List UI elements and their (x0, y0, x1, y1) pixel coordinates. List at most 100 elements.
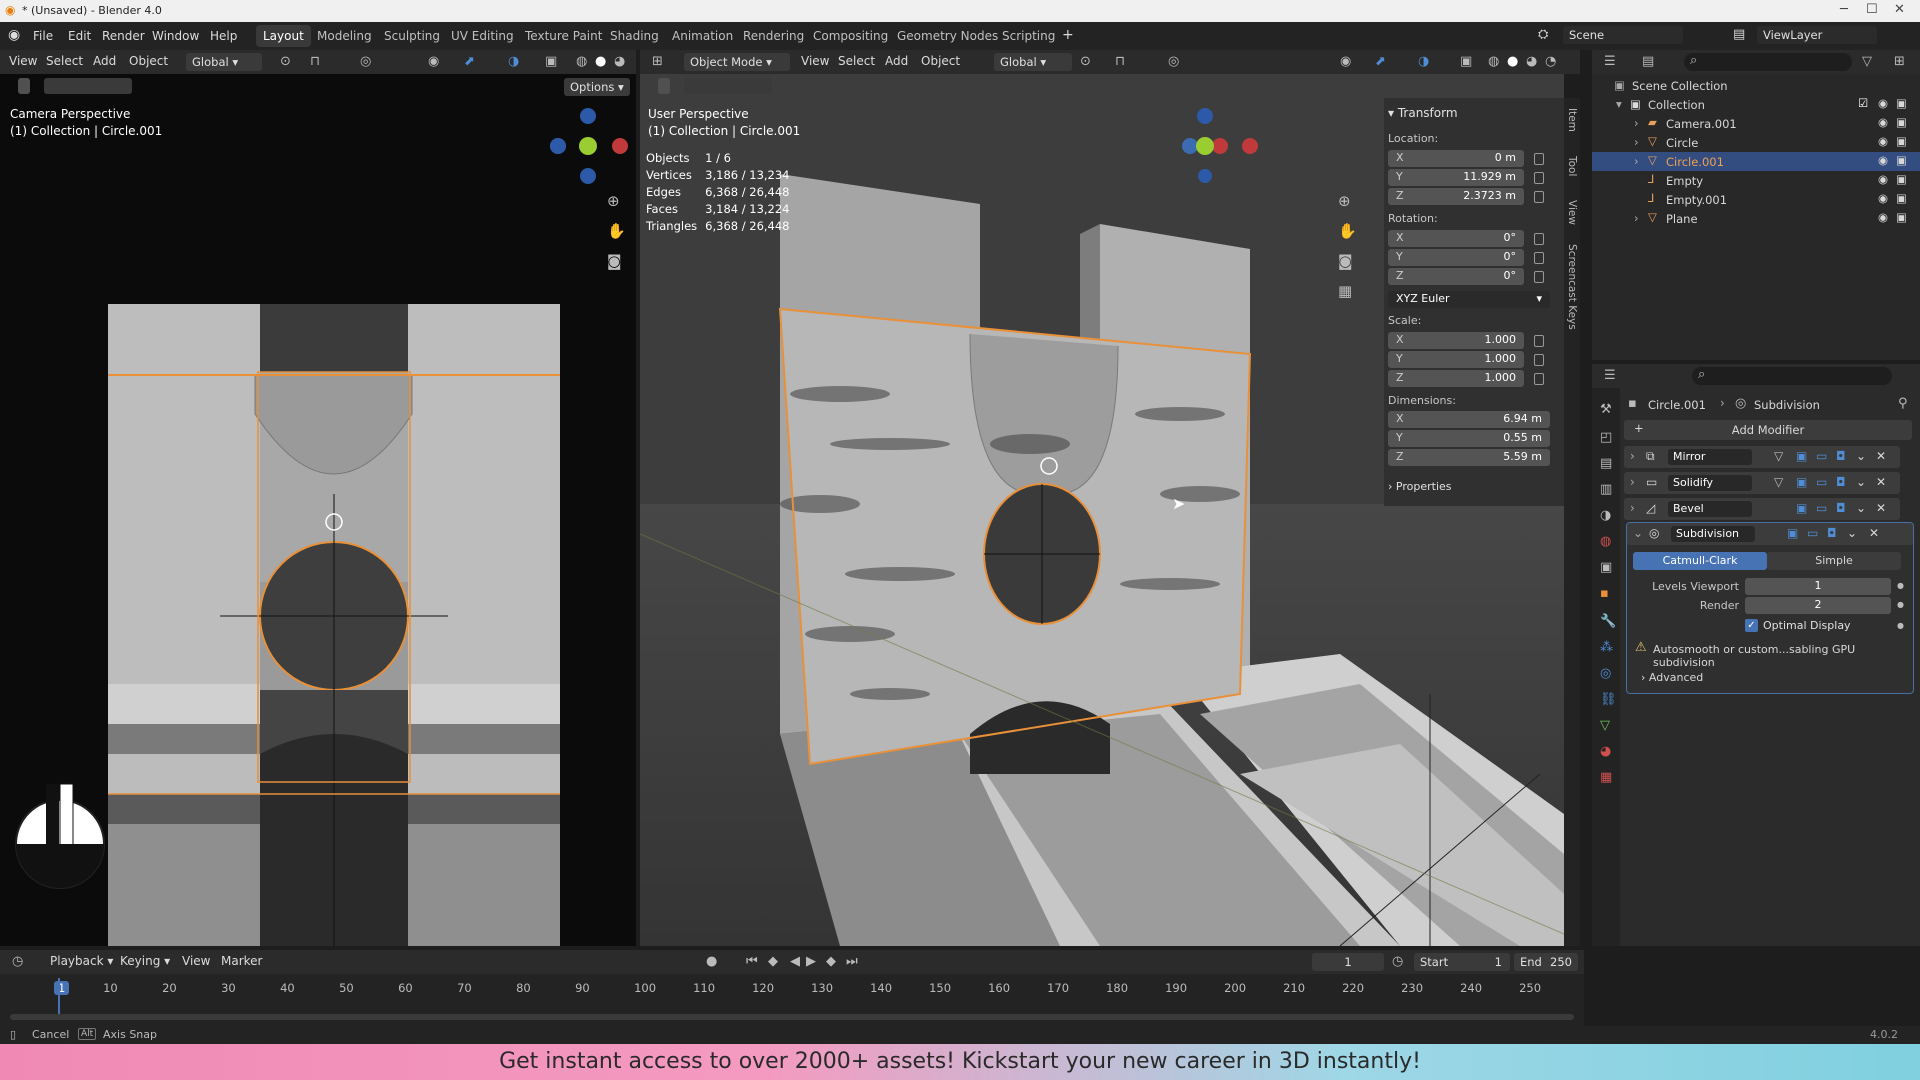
outliner-item-selected[interactable]: › ▽ Circle.001 ◉ ▣ (1592, 152, 1920, 171)
editor-type-icon[interactable]: ◷ (12, 954, 23, 969)
outliner-scene-collection[interactable]: ▣ Scene Collection (1592, 76, 1920, 95)
prev-keyframe-icon[interactable]: ◆ (768, 954, 778, 969)
timeline-menu-keying[interactable]: Keying ▾ (120, 954, 170, 968)
outliner-item[interactable]: ⅃ Empty ◉ ▣ (1592, 171, 1920, 190)
animate-dot-icon[interactable]: ● (1897, 600, 1904, 609)
cage-toggle-icon[interactable]: ▣ (1796, 475, 1807, 489)
properties-search-input[interactable]: ⌕ (1692, 367, 1892, 385)
lock-icon[interactable] (1534, 191, 1544, 203)
tab-shading[interactable]: Shading (603, 25, 666, 47)
location-z-field[interactable]: Z 2.3723 m (1388, 188, 1524, 205)
viewport-toggle-icon[interactable]: ▭ (1816, 475, 1827, 489)
left-menu-add[interactable]: Add (93, 54, 116, 68)
transform-header[interactable]: ▾ Transform (1388, 106, 1458, 120)
camera-view-icon[interactable]: ◙ (1338, 252, 1353, 270)
left-menu-view[interactable]: View (9, 54, 37, 68)
material-shading-icon[interactable]: ◕ (1526, 54, 1537, 69)
left-menu-select[interactable]: Select (46, 54, 83, 68)
modifier-solidify[interactable]: › ▭ Solidify ▽ ▣ ▭ ◘ ⌄ ✕ (1624, 472, 1900, 494)
camera-render-icon[interactable]: ▣ (1896, 172, 1907, 186)
data-tab-icon[interactable]: ▽ (1600, 718, 1610, 733)
add-modifier-button[interactable]: + Add Modifier (1624, 420, 1912, 440)
wireframe-shading-icon[interactable]: ◍ (1488, 54, 1499, 69)
rendered-shading-icon[interactable]: ◔ (1545, 54, 1556, 69)
left-menu-object[interactable]: Object (129, 54, 168, 68)
scale-x-field[interactable]: X 1.000 (1388, 332, 1524, 349)
properties-subpanel[interactable]: › Properties (1388, 480, 1452, 493)
lock-icon[interactable] (1534, 252, 1544, 264)
tab-layout[interactable]: Layout (256, 25, 311, 47)
location-x-field[interactable]: X 0 m (1388, 150, 1524, 167)
material-shading-icon[interactable]: ◕ (614, 54, 625, 69)
lock-icon[interactable] (1534, 373, 1544, 385)
zoom-icon[interactable]: ⊕ (1338, 192, 1351, 210)
main-menu-view[interactable]: View (801, 54, 829, 68)
outliner-item[interactable]: › ▽ Circle ◉ ▣ (1592, 133, 1920, 152)
end-frame-field[interactable]: End 250 (1514, 953, 1578, 971)
maximize-icon[interactable]: ☐ (1866, 2, 1878, 17)
outliner-item[interactable]: › ▽ Plane ◉ ▣ (1592, 209, 1920, 228)
modifier-subdivision[interactable]: ⌄ ◎ Subdivision ▣ ▭ ◘ ⌄ ✕ (1627, 523, 1913, 545)
output-tab-icon[interactable]: ▤ (1600, 456, 1612, 471)
outliner-item[interactable]: › ▰ Camera.001 ◉ ▣ (1592, 114, 1920, 133)
camera-render-icon[interactable]: ▣ (1896, 153, 1907, 167)
edit-mode-toggle-icon[interactable]: ▽ (1774, 449, 1783, 463)
snap-icon[interactable]: ⊓ (1115, 54, 1125, 69)
render-levels-field[interactable]: 2 (1745, 597, 1891, 614)
chevron-down-icon[interactable]: ⌄ (1847, 526, 1857, 540)
tab-uv-editing[interactable]: UV Editing (444, 25, 521, 47)
camera-render-icon[interactable]: ▣ (1896, 191, 1907, 205)
object-tab-icon[interactable]: ▪ (1600, 586, 1609, 601)
eye-icon[interactable]: ◉ (1878, 153, 1888, 167)
optimal-display-checkbox[interactable]: ✓ (1745, 619, 1758, 632)
render-toggle-icon[interactable]: ◘ (1836, 501, 1846, 515)
close-icon[interactable]: ✕ (1894, 2, 1905, 17)
chevron-down-icon[interactable]: ⌄ (1856, 501, 1866, 515)
camera-view-icon[interactable]: ◙ (607, 252, 622, 270)
main-menu-object[interactable]: Object (921, 54, 960, 68)
play-icon[interactable]: ▶ (806, 954, 816, 969)
pivot-icon[interactable]: ⊙ (280, 54, 291, 69)
jump-start-icon[interactable]: ⏮ (746, 954, 758, 969)
modifier-name[interactable]: Mirror (1668, 449, 1752, 465)
menu-file[interactable]: File (33, 29, 53, 43)
world-tab-icon[interactable]: ◍ (1600, 534, 1611, 549)
tab-rendering[interactable]: Rendering (736, 25, 811, 47)
lock-icon[interactable] (1534, 172, 1544, 184)
clock-icon[interactable]: ◷ (1392, 954, 1403, 969)
eye-icon[interactable]: ◉ (1878, 134, 1888, 148)
menu-edit[interactable]: Edit (68, 29, 91, 43)
view-layer-icon[interactable]: ▤ (1733, 27, 1745, 42)
tab-texture-paint[interactable]: Texture Paint (518, 25, 609, 47)
tab-scripting[interactable]: Scripting (995, 25, 1062, 47)
cage-toggle-icon[interactable]: ▣ (1796, 501, 1807, 515)
scene-icon[interactable]: ⛭ (1538, 27, 1548, 42)
timeline-menu-view[interactable]: View (182, 954, 210, 968)
filter-icon[interactable]: ▽ (1862, 54, 1872, 69)
wireframe-shading-icon[interactable]: ◍ (576, 54, 587, 69)
rotation-y-field[interactable]: Y 0° (1388, 249, 1524, 266)
jump-end-icon[interactable]: ⏭ (846, 954, 858, 969)
left-viewport[interactable]: Options ▾ Camera Perspective (1) Collect… (0, 74, 636, 946)
lock-icon[interactable] (1534, 153, 1544, 165)
dimensions-z-field[interactable]: Z 5.59 m (1388, 449, 1550, 466)
eye-icon[interactable]: ◉ (1878, 191, 1888, 205)
material-tab-icon[interactable]: ◕ (1600, 744, 1611, 759)
scene-tab-icon[interactable]: ◑ (1600, 508, 1611, 523)
pivot-icon[interactable]: ⊙ (1080, 54, 1091, 69)
visibility-icon[interactable]: ◉ (428, 54, 439, 69)
timeline-menu-playback[interactable]: Playback ▾ (50, 954, 113, 968)
left-orientation-dropdown[interactable]: Global ▾ (186, 53, 262, 71)
viewport-toggle-icon[interactable]: ▭ (1807, 526, 1818, 540)
editor-type-icon[interactable]: ☰ (1604, 54, 1616, 69)
modifier-tab-icon[interactable]: 🔧 (1600, 614, 1616, 629)
editor-type-icon[interactable]: ☰ (1604, 368, 1616, 383)
tab-animation[interactable]: Animation (665, 25, 740, 47)
lock-icon[interactable] (1534, 271, 1544, 283)
select-mode-buttons[interactable] (684, 78, 772, 94)
overlay-icon[interactable]: ◑ (1418, 54, 1429, 69)
camera-render-icon[interactable]: ▣ (1896, 134, 1907, 148)
advanced-subpanel[interactable]: › Advanced (1641, 671, 1703, 684)
main-orientation-dropdown[interactable]: Global ▾ (994, 53, 1072, 71)
close-icon[interactable]: ✕ (1869, 526, 1879, 540)
